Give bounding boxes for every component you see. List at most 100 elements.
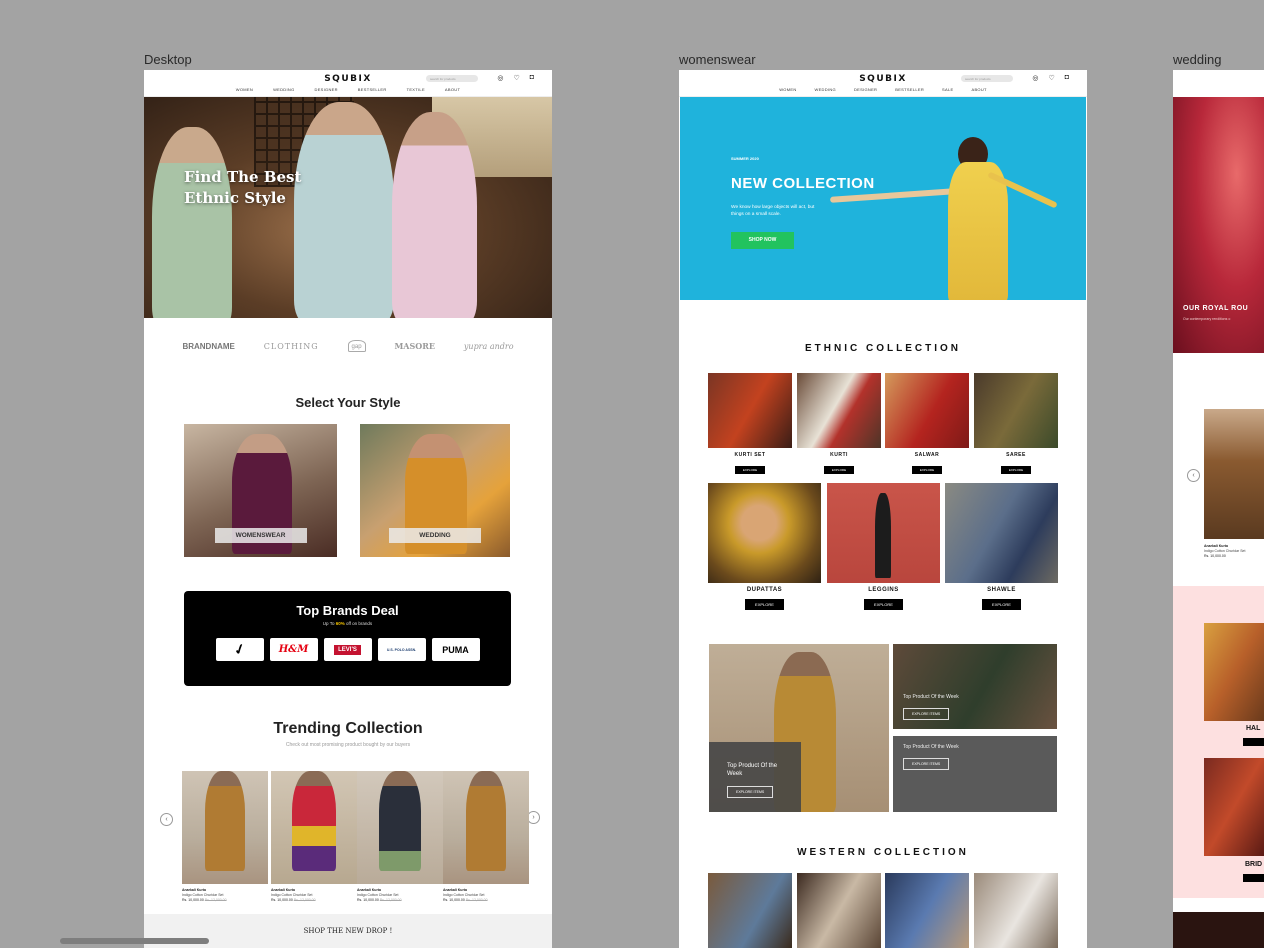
explore-button[interactable]	[1243, 874, 1264, 882]
category-image[interactable]	[1204, 623, 1264, 721]
brand-logo[interactable]: yupra andro	[464, 342, 514, 351]
category-card-shawle[interactable]: SHAWLE EXPLORE	[945, 483, 1058, 611]
site-logo[interactable]: SQUBIX	[144, 74, 552, 84]
product-desc: Indigo Cotton Churidar Set	[443, 893, 485, 897]
horizontal-scrollbar[interactable]	[60, 938, 209, 944]
nav-item-sale[interactable]: SALE	[942, 87, 953, 92]
carousel-prev-arrow[interactable]: ‹	[160, 813, 173, 826]
explore-items-button[interactable]: EXPLORE ITEMS	[903, 708, 950, 720]
promo-title: Top Product Of the Week	[727, 763, 778, 777]
category-label: SAREE	[1006, 452, 1026, 458]
nav-item-women[interactable]: WOMEN	[779, 87, 796, 92]
heart-icon[interactable]: ♡	[513, 74, 519, 82]
frame-label-wedding: wedding	[1173, 52, 1222, 67]
style-card-wedding[interactable]: WEDDING	[360, 424, 510, 557]
brand-logo-levis[interactable]: LEVI'S	[323, 638, 372, 661]
carousel-prev-arrow[interactable]: ‹	[1187, 469, 1200, 482]
explore-button[interactable]: EXPLORE	[1000, 466, 1032, 474]
brand-logo[interactable]: MASORE	[394, 341, 435, 351]
brand-logo-puma[interactable]: PUMA	[431, 638, 480, 661]
ethnic-collection-title: ETHNIC COLLECTION	[805, 343, 961, 354]
promo-panel-bottom-right[interactable]: Top Product Of the Week EXPLORE ITEMS	[893, 736, 1057, 812]
explore-items-button[interactable]: EXPLORE ITEMS	[903, 758, 950, 770]
category-card-salwar[interactable]: SALWAR EXPLORE	[885, 373, 969, 476]
account-icon[interactable]: ◎	[1032, 74, 1038, 82]
product-price: Rs. 10,000.00 Rs. 12,000.00	[357, 898, 402, 902]
brand-logo-hm[interactable]: H&M	[269, 638, 318, 661]
new-collection-hero: SUMMER 2020 NEW COLLECTION We know how l…	[680, 97, 1086, 300]
promo-panel-top-right[interactable]: Top Product Of the Week EXPLORE ITEMS	[893, 644, 1057, 729]
product-card[interactable]: Anarkali Kurta Indigo Cotton Churidar Se…	[271, 761, 357, 902]
nav-item-textile[interactable]: TEXTILE	[407, 87, 425, 92]
explore-button[interactable]	[1243, 738, 1264, 746]
product-name: Anarkali Kurta	[357, 888, 381, 892]
nav-item-women[interactable]: WOMEN	[236, 87, 253, 92]
heart-icon[interactable]: ♡	[1048, 74, 1054, 82]
product-image	[357, 771, 443, 884]
product-price: Rs. 10,000.00 Rs. 12,000.00	[271, 898, 316, 902]
frame-wedding[interactable]: OUR ROYAL ROU Our contemporary rendition…	[1173, 70, 1264, 948]
western-image[interactable]	[885, 873, 969, 948]
product-card[interactable]: Anarkali Kurta Indigo Cotton Churidar Se…	[443, 761, 529, 902]
explore-button[interactable]: EXPLORE	[823, 466, 855, 474]
category-card-saree[interactable]: SAREE EXPLORE	[974, 373, 1058, 476]
category-label: KURTI	[830, 452, 848, 458]
western-image[interactable]	[797, 873, 881, 948]
swoosh-icon: ✓	[231, 639, 248, 659]
shop-now-button[interactable]: SHOP NOW	[731, 232, 794, 249]
nav-item-designer[interactable]: DESIGNER	[315, 87, 338, 92]
product-image	[443, 771, 529, 884]
explore-button[interactable]: EXPLORE	[864, 599, 903, 610]
nav-item-wedding[interactable]: WEDDING	[815, 87, 836, 92]
product-card[interactable]: Anarkali Kurta Indigo Cotton Churidar Se…	[182, 761, 268, 902]
wedding-footer-banner	[1173, 912, 1264, 948]
category-card-dupattas[interactable]: DUPATTAS EXPLORE	[708, 483, 821, 611]
account-icon[interactable]: ◎	[497, 74, 503, 82]
category-card-kurti[interactable]: KURTI EXPLORE	[797, 373, 881, 476]
explore-button[interactable]: EXPLORE	[982, 599, 1021, 610]
promo-panel-large[interactable]: Top Product Of the Week EXPLORE ITEMS	[709, 644, 889, 812]
search-input[interactable]: search for products	[961, 75, 1013, 82]
style-card-womenswear[interactable]: WOMENSWEAR	[184, 424, 337, 557]
brand-logo[interactable]: gap	[347, 340, 366, 352]
model-figure-right	[392, 112, 477, 318]
category-image	[945, 483, 1058, 583]
frame-desktop[interactable]: SQUBIX WOMEN WEDDING DESIGNER BESTSELLER…	[144, 70, 552, 948]
product-card[interactable]: Anarkali Kurta Indigo Cotton Churidar Se…	[357, 761, 443, 902]
nav-item-bestseller[interactable]: BESTSELLER	[895, 87, 924, 92]
nav-item-about[interactable]: ABOUT	[971, 87, 986, 92]
category-card-kurti-set[interactable]: KURTI SET EXPLORE	[708, 373, 792, 476]
brand-logo-uspolo[interactable]: U.S. POLO ASSN.	[377, 638, 426, 661]
explore-button[interactable]: EXPLORE	[734, 466, 766, 474]
nav-item-bestseller[interactable]: BESTSELLER	[358, 87, 387, 92]
nav-item-wedding[interactable]: WEDDING	[273, 87, 294, 92]
category-label: BRID	[1245, 861, 1263, 868]
category-image	[708, 373, 792, 448]
explore-button[interactable]: EXPLORE	[745, 599, 784, 610]
cart-icon[interactable]: ◘	[1065, 74, 1069, 82]
product-image[interactable]	[1204, 409, 1264, 539]
main-nav: WOMEN WEDDING DESIGNER BESTSELLER SALE A…	[679, 87, 1087, 92]
category-image[interactable]	[1204, 758, 1264, 856]
brand-logo[interactable]: CLOTHING	[264, 342, 319, 351]
western-image[interactable]	[708, 873, 792, 948]
explore-items-button[interactable]: EXPLORE ITEMS	[727, 786, 774, 798]
category-label: LEGGINS	[868, 587, 899, 593]
cart-icon[interactable]: ◘	[530, 74, 534, 82]
site-logo[interactable]: SQUBIX	[679, 74, 1087, 84]
wedding-hero-subtitle: Our contemporary renditions o	[1183, 317, 1231, 321]
category-image	[797, 373, 881, 448]
explore-button[interactable]: EXPLORE	[911, 466, 943, 474]
category-image	[974, 373, 1058, 448]
nav-item-designer[interactable]: DESIGNER	[854, 87, 877, 92]
nav-item-about[interactable]: ABOUT	[445, 87, 460, 92]
search-input[interactable]: search for products	[426, 75, 478, 82]
western-image[interactable]	[974, 873, 1058, 948]
category-card-leggins[interactable]: LEGGINS EXPLORE	[827, 483, 940, 611]
wedding-hero-title: OUR ROYAL ROU	[1183, 305, 1249, 312]
frame-womenswear[interactable]: SQUBIX WOMEN WEDDING DESIGNER BESTSELLER…	[679, 70, 1087, 948]
product-name: Anarkali Kurta	[271, 888, 295, 892]
product-name: Anarkali Kurta	[182, 888, 206, 892]
brand-logo[interactable]: BRANDNAME	[182, 342, 234, 351]
brand-logo-nike[interactable]: ✓	[215, 638, 264, 661]
